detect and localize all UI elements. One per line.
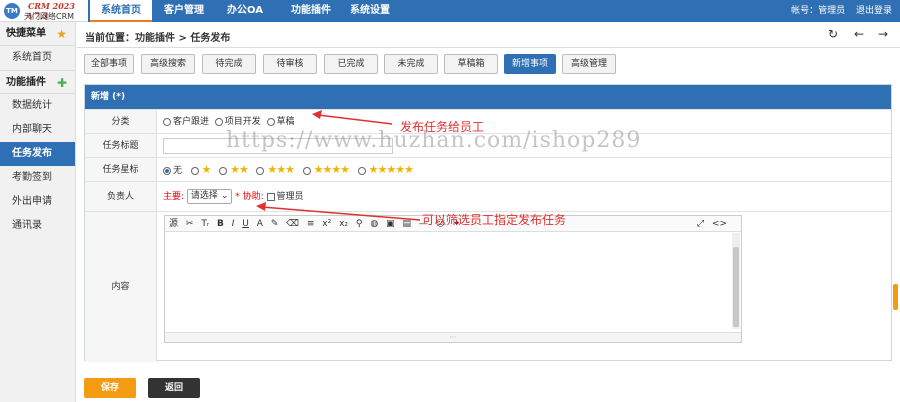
annotation-filter: 可以筛选员工指定发布任务 <box>422 213 567 227</box>
annotation-arrow-1 <box>317 114 393 125</box>
annotation-publish: 发布任务给员工 <box>400 120 485 134</box>
annotation-arrow-2 <box>261 206 421 221</box>
annotation-arrowhead-2 <box>256 202 266 211</box>
annotation-arrowhead-1 <box>312 110 322 119</box>
annotation-arrows <box>256 110 421 221</box>
